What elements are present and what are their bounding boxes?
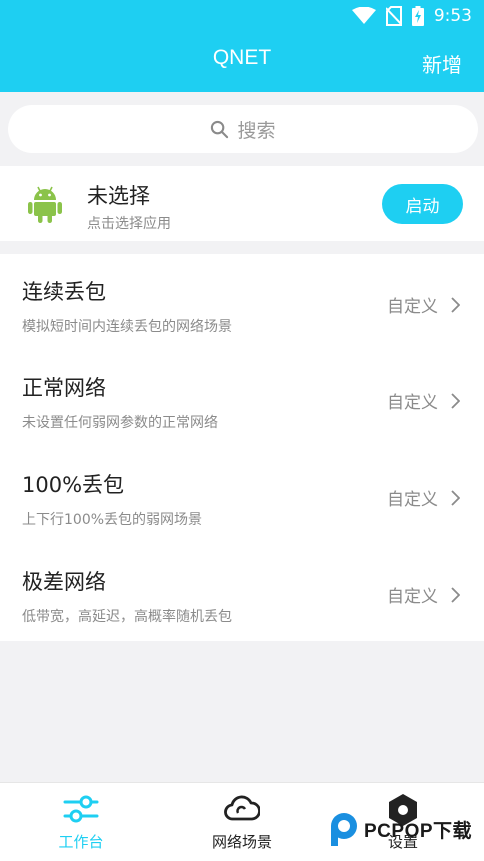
tab-settings[interactable]: 设置: [333, 783, 473, 861]
bottom-tab-bar: 工作台 网络场景 设置: [0, 782, 484, 861]
chevron-right-icon: [451, 489, 460, 506]
chevron-right-icon: [451, 392, 460, 409]
scenario-item-full-loss[interactable]: 100%丢包 上下行100%丢包的弱网场景 自定义: [0, 447, 484, 543]
scenario-title: 正常网络: [22, 376, 106, 400]
tab-workbench[interactable]: 工作台: [11, 783, 151, 861]
tab-label: 网络场景: [211, 833, 272, 851]
tab-label: 工作台: [58, 833, 104, 851]
scenario-action[interactable]: 自定义: [387, 292, 460, 317]
scenario-item-continuous-loss[interactable]: 连续丢包 模拟短时间内连续丢包的网络场景 自定义: [0, 254, 484, 350]
start-button[interactable]: 启动: [382, 184, 463, 224]
android-icon: [28, 186, 62, 223]
scenario-action-label: 自定义: [387, 297, 438, 317]
tab-label: 设置: [387, 833, 418, 851]
status-time: 9:53: [433, 6, 472, 26]
scenario-desc: 上下行100%丢包的弱网场景: [22, 512, 203, 528]
settings-hex-icon: [389, 794, 417, 826]
scenario-title: 100%丢包: [22, 473, 125, 497]
scenario-action-label: 自定义: [387, 490, 438, 510]
scenario-action[interactable]: 自定义: [387, 485, 460, 510]
app-select-subtitle: 点击选择应用: [87, 216, 171, 232]
scenario-action-label: 自定义: [387, 587, 438, 607]
sliders-icon: [63, 795, 99, 823]
cloud-icon: [224, 795, 260, 821]
search-input[interactable]: 搜索: [8, 105, 478, 153]
scenario-desc: 低带宽，高延迟，高概率随机丢包: [22, 609, 232, 625]
scenario-desc: 未设置任何弱网参数的正常网络: [22, 415, 218, 431]
battery-charging-icon: [411, 6, 424, 26]
scenario-action[interactable]: 自定义: [387, 582, 460, 607]
no-sim-icon: [385, 6, 402, 26]
scenario-item-normal[interactable]: 正常网络 未设置任何弱网参数的正常网络 自定义: [0, 350, 484, 446]
scenario-title: 极差网络: [22, 570, 106, 594]
scenario-list: 连续丢包 模拟短时间内连续丢包的网络场景 自定义 正常网络 未设置任何弱网参数的…: [0, 254, 484, 641]
tab-network-scenes[interactable]: 网络场景: [172, 783, 312, 861]
status-bar: 9:53: [351, 6, 472, 26]
chevron-right-icon: [451, 586, 460, 603]
search-icon: [211, 120, 229, 138]
scenario-action-label: 自定义: [387, 393, 438, 413]
wifi-icon: [351, 7, 376, 24]
search-placeholder: 搜索: [237, 119, 276, 142]
app-select-title: 未选择: [87, 184, 150, 208]
scenario-item-poor[interactable]: 极差网络 低带宽，高延迟，高概率随机丢包 自定义: [0, 544, 484, 640]
scenario-action[interactable]: 自定义: [387, 388, 460, 413]
scenario-title: 连续丢包: [22, 280, 106, 304]
chevron-right-icon: [451, 296, 460, 313]
app-header: 9:53 QNET 新增: [0, 0, 484, 92]
add-button[interactable]: 新增: [422, 49, 462, 78]
page-title: QNET: [212, 46, 272, 69]
scenario-desc: 模拟短时间内连续丢包的网络场景: [22, 319, 232, 335]
